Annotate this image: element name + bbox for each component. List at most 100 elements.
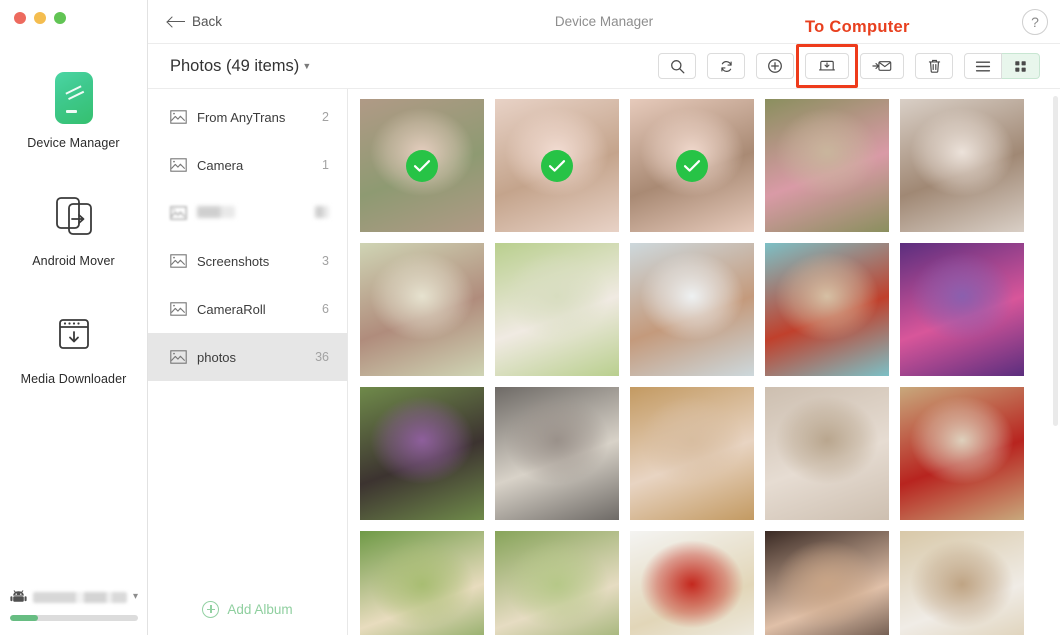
chevron-down-icon[interactable]: ▼ xyxy=(302,61,311,71)
photo-thumbnail[interactable] xyxy=(900,387,1024,520)
album-list: From AnyTrans 2 Camera 1 Screenshots 3 CameraR… xyxy=(148,89,347,583)
selected-check-badge[interactable] xyxy=(406,149,438,182)
photo-thumbnail[interactable] xyxy=(630,243,754,376)
photo-grid xyxy=(360,99,1044,635)
to-computer-button[interactable] xyxy=(805,53,849,79)
photo-thumbnail[interactable] xyxy=(765,531,889,635)
vertical-scrollbar[interactable] xyxy=(1053,96,1058,426)
back-button[interactable]: Back xyxy=(168,14,222,29)
photo-image xyxy=(900,531,1024,635)
photo-thumbnail[interactable] xyxy=(765,99,889,232)
photo-thumbnail[interactable] xyxy=(765,243,889,376)
grid-icon xyxy=(1015,60,1026,72)
rail-item-device-manager[interactable]: Device Manager xyxy=(0,68,147,150)
maximize-window-button[interactable] xyxy=(54,12,66,24)
photo-thumbnail[interactable] xyxy=(495,99,619,232)
photo-image xyxy=(495,531,619,635)
plus-circle-icon xyxy=(202,600,220,618)
album-item-camera[interactable]: Camera 1 xyxy=(148,141,347,189)
photo-thumbnail[interactable] xyxy=(495,531,619,635)
album-item-label xyxy=(197,205,305,221)
page-title: Device Manager xyxy=(554,14,654,29)
photo-thumbnail[interactable] xyxy=(630,99,754,232)
rail-item-android-mover[interactable]: Android Mover xyxy=(0,186,147,268)
album-item-count: 1 xyxy=(322,158,329,172)
left-rail: Device Manager Android Mover Media Downl… xyxy=(0,0,148,635)
list-icon xyxy=(975,61,991,71)
add-album-label: Add Album xyxy=(227,601,293,617)
close-window-button[interactable] xyxy=(14,12,26,24)
album-item-screenshots[interactable]: Screenshots 3 xyxy=(148,237,347,285)
album-item-count: 3 xyxy=(322,254,329,268)
breadcrumb-label: Photos (49 items) xyxy=(170,56,300,75)
album-item-redacted[interactable] xyxy=(148,189,347,237)
rail-items: Device Manager Android Mover Media Downl… xyxy=(0,0,147,386)
photo-thumbnail[interactable] xyxy=(630,387,754,520)
photo-thumbnail[interactable] xyxy=(900,99,1024,232)
album-item-count: 6 xyxy=(322,302,329,316)
minimize-window-button[interactable] xyxy=(34,12,46,24)
photo-image xyxy=(900,387,1024,520)
check-icon xyxy=(548,159,566,172)
picture-icon xyxy=(170,206,187,220)
android-robot-icon xyxy=(10,590,27,602)
rail-item-media-downloader[interactable]: Media Downloader xyxy=(0,304,147,386)
grid-view-button[interactable] xyxy=(1002,53,1040,79)
picture-icon xyxy=(170,254,187,268)
album-item-count: 36 xyxy=(315,350,329,364)
photo-thumbnail[interactable] xyxy=(495,387,619,520)
album-item-photos[interactable]: photos 36 xyxy=(148,333,347,381)
photo-thumbnail[interactable] xyxy=(360,99,484,232)
arrow-left-icon xyxy=(168,16,185,28)
picture-icon xyxy=(170,158,187,172)
photo-thumbnail[interactable] xyxy=(900,243,1024,376)
selected-check-badge[interactable] xyxy=(541,149,573,182)
photo-thumbnail[interactable] xyxy=(360,387,484,520)
rail-item-label: Android Mover xyxy=(32,254,115,268)
search-button[interactable] xyxy=(658,53,696,79)
album-item-from-anytrans[interactable]: From AnyTrans 2 xyxy=(148,93,347,141)
refresh-button[interactable] xyxy=(707,53,745,79)
view-mode-switch xyxy=(964,53,1040,79)
photo-thumbnail[interactable] xyxy=(360,243,484,376)
album-item-count xyxy=(315,205,329,221)
photo-thumbnail[interactable] xyxy=(900,531,1024,635)
search-icon xyxy=(670,59,684,73)
photo-thumbnail[interactable] xyxy=(765,387,889,520)
toolbar: Photos (49 items) ▼ xyxy=(148,44,1060,89)
photo-grid-container[interactable] xyxy=(348,89,1060,635)
breadcrumb[interactable]: Photos (49 items) ▼ xyxy=(170,57,311,76)
album-item-label: From AnyTrans xyxy=(197,109,286,125)
add-button[interactable] xyxy=(756,53,794,79)
delete-button[interactable] xyxy=(915,53,953,79)
album-item-cameraroll[interactable]: CameraRoll 6 xyxy=(148,285,347,333)
device-name-redacted xyxy=(33,591,127,603)
photo-image xyxy=(900,99,1024,232)
list-view-button[interactable] xyxy=(964,53,1002,79)
photo-image xyxy=(765,387,889,520)
toolbar-buttons xyxy=(658,44,1040,88)
selected-check-badge[interactable] xyxy=(676,149,708,182)
photo-thumbnail[interactable] xyxy=(360,531,484,635)
to-device-button[interactable] xyxy=(860,53,904,79)
chevron-down-icon[interactable]: ▾ xyxy=(133,592,138,602)
picture-icon xyxy=(170,350,187,364)
device-manager-icon xyxy=(54,68,93,128)
photo-image xyxy=(765,243,889,376)
help-button[interactable]: ? xyxy=(1022,9,1048,35)
picture-icon xyxy=(170,350,187,364)
device-selector[interactable]: ▾ xyxy=(10,586,138,608)
album-item-label: CameraRoll xyxy=(197,301,266,317)
album-item-label: Camera xyxy=(197,157,244,173)
photo-thumbnail[interactable] xyxy=(630,531,754,635)
picture-icon xyxy=(170,302,187,316)
photo-image xyxy=(495,387,619,520)
send-to-device-icon xyxy=(872,61,892,71)
photo-thumbnail[interactable] xyxy=(495,243,619,376)
add-album-button[interactable]: Add Album xyxy=(148,583,347,635)
check-icon xyxy=(683,159,701,172)
picture-icon xyxy=(170,254,187,268)
rail-item-label: Device Manager xyxy=(27,136,120,150)
title-bar: Back Device Manager ? xyxy=(148,0,1060,44)
main-area: Back Device Manager ? Photos (49 items) … xyxy=(148,0,1060,635)
